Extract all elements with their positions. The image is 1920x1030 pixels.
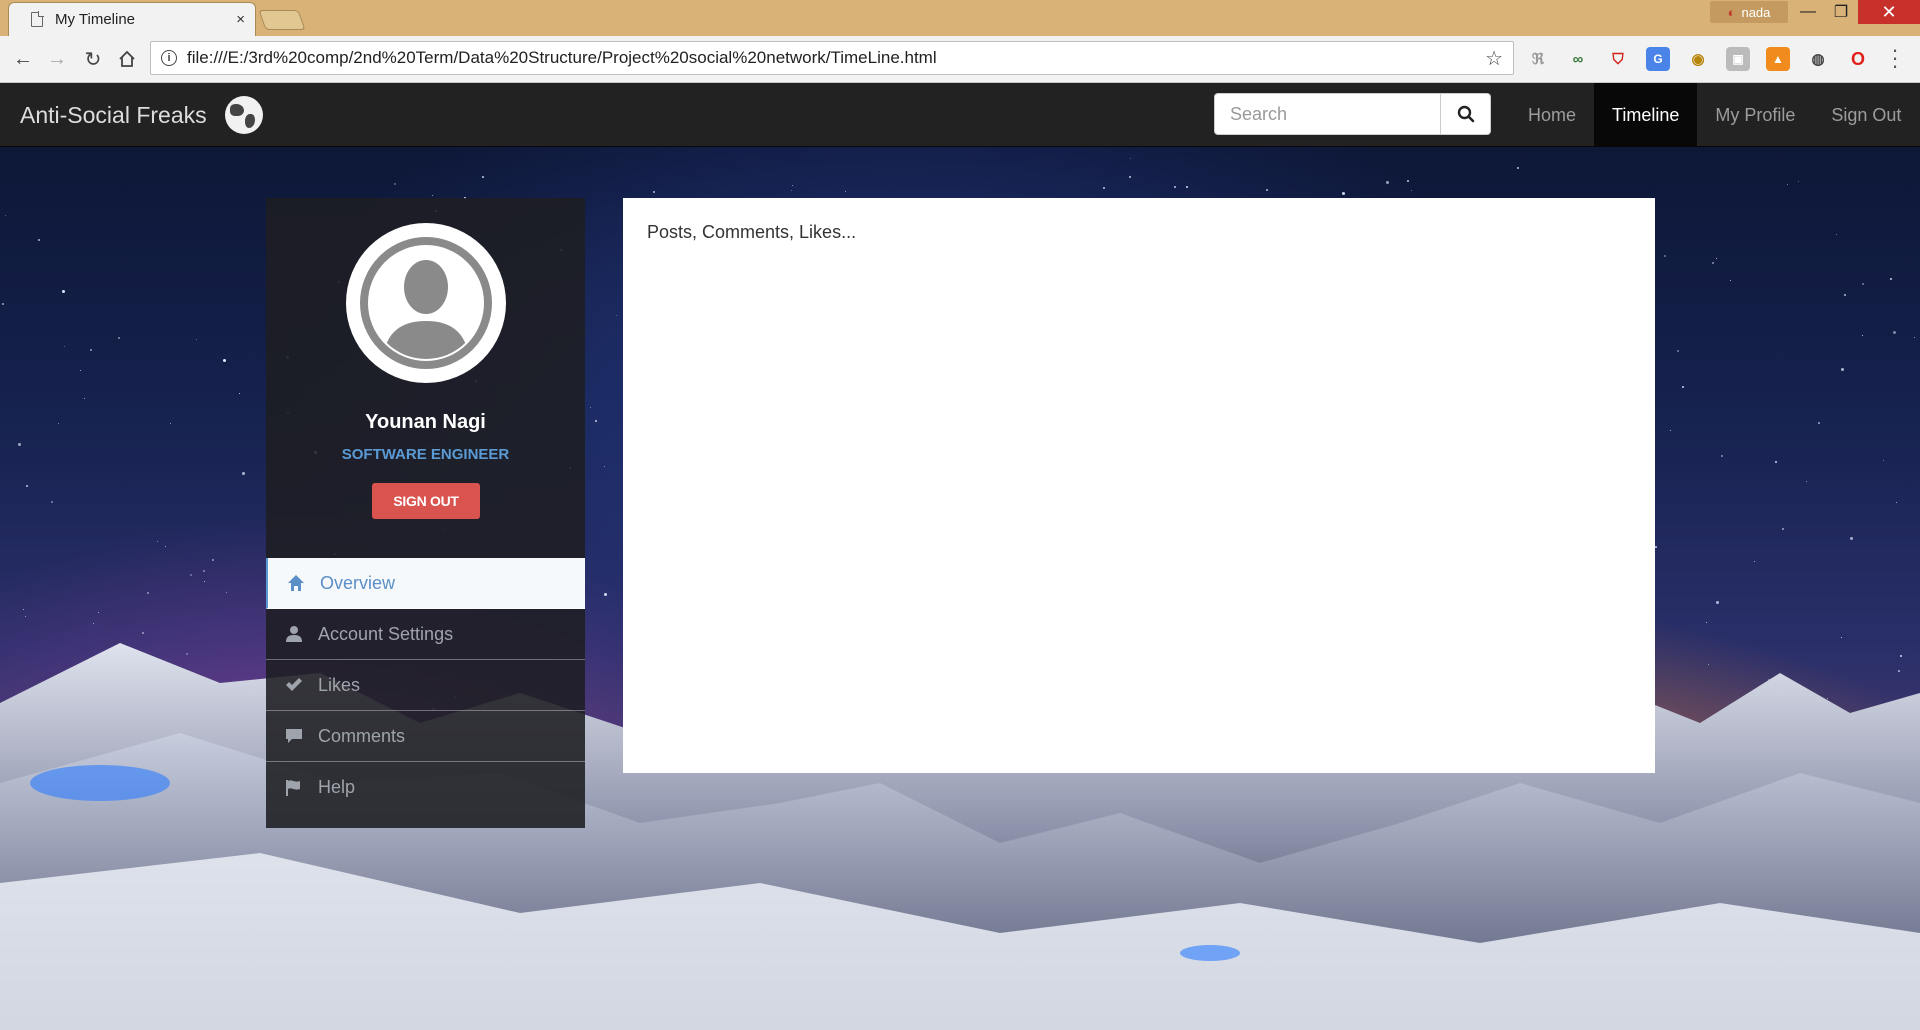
address-bar[interactable]: i file:///E:/3rd%20comp/2nd%20Term/Data%… — [150, 41, 1514, 75]
new-tab-button[interactable] — [258, 10, 306, 30]
app-navbar: Anti-Social Freaks Home Timeline My Prof… — [0, 83, 1920, 147]
search-button[interactable] — [1441, 93, 1491, 135]
sidebar-item-label: Likes — [318, 674, 361, 695]
eye-ext-icon[interactable]: ◉ — [1686, 47, 1710, 71]
page-icon — [31, 11, 44, 27]
orange-ext-icon[interactable]: ▲ — [1766, 47, 1790, 71]
tab-close-icon[interactable]: × — [236, 11, 245, 28]
sidebar-item-label: Comments — [318, 725, 406, 746]
globe-ext-icon[interactable]: ◍ — [1806, 47, 1830, 71]
check-icon — [284, 676, 304, 694]
glasses-ext-icon[interactable]: ∞ — [1566, 47, 1590, 71]
timeline-content-panel: Posts, Comments, Likes... — [623, 198, 1655, 773]
sidebar-item-label: Overview — [320, 572, 396, 593]
gray-ext-icon[interactable]: ▣ — [1726, 47, 1750, 71]
info-icon[interactable]: i — [161, 50, 177, 66]
opera-ext-icon[interactable]: O — [1846, 47, 1870, 71]
sidebar-item-account-settings[interactable]: Account Settings — [266, 609, 585, 660]
nav-links: Home Timeline My Profile Sign Out — [1510, 83, 1919, 147]
globe-icon — [224, 96, 263, 134]
nav-home-link[interactable]: Home — [1510, 83, 1594, 147]
sidebar-item-overview[interactable]: Overview — [266, 558, 585, 609]
flag-icon — [284, 779, 304, 797]
brand[interactable]: Anti-Social Freaks — [20, 83, 263, 147]
window-close-button[interactable]: ✕ — [1858, 0, 1920, 24]
reload-icon[interactable]: ↻ — [80, 46, 106, 72]
brand-name[interactable]: Anti-Social Freaks — [20, 102, 207, 129]
forward-arrow-icon[interactable]: → — [44, 46, 70, 72]
sidebar-item-label: Help — [318, 777, 356, 797]
profile-sidebar: Younan Nagi SOFTWARE ENGINEER SIGN OUT O… — [266, 198, 585, 828]
browser-tabstrip: My Timeline × ◐ nada — ❐ ✕ — [0, 0, 1920, 36]
shield-ext-icon[interactable]: ⛉ — [1606, 47, 1630, 71]
sidebar-item-label: Account Settings — [318, 623, 454, 644]
sidebar-item-comments[interactable]: Comments — [266, 711, 585, 762]
nav-my-profile-link[interactable]: My Profile — [1697, 83, 1813, 147]
browser-menu-icon[interactable]: · · · — [1890, 39, 1900, 77]
nav-timeline-link[interactable]: Timeline — [1594, 83, 1698, 147]
nav-sign-out-link[interactable]: Sign Out — [1813, 83, 1919, 147]
google-translate-ext-icon[interactable]: G — [1646, 47, 1670, 71]
browser-tab-active[interactable]: My Timeline × — [8, 2, 256, 36]
sidebar-sign-out-button[interactable]: SIGN OUT — [372, 483, 480, 519]
sidebar-menu: Overview Account Settings Likes Comments — [266, 558, 585, 813]
tab-title: My Timeline — [55, 11, 136, 28]
avatar — [346, 223, 506, 383]
user-job-title: SOFTWARE ENGINEER — [341, 446, 510, 463]
search-icon — [1457, 105, 1474, 123]
profile-icon: ◐ — [1727, 4, 1736, 20]
comment-icon — [284, 727, 304, 745]
browser-toolbar: ← → ↻ i file:///E:/3rd%20comp/2nd%20Term… — [0, 36, 1920, 83]
page-viewport: Anti-Social Freaks Home Timeline My Prof… — [0, 83, 1920, 1030]
timeline-placeholder-text: Posts, Comments, Likes... — [647, 222, 857, 242]
url-text[interactable]: file:///E:/3rd%20comp/2nd%20Term/Data%20… — [187, 48, 1485, 68]
back-arrow-icon[interactable]: ← — [10, 46, 36, 72]
translate-ext-icon[interactable]: ℜ — [1526, 47, 1550, 71]
user-name: Younan Nagi — [365, 411, 486, 433]
user-icon — [284, 625, 304, 643]
sidebar-item-help[interactable]: Help — [266, 762, 585, 813]
profile-badge[interactable]: ◐ nada — [1710, 1, 1788, 23]
sidebar-item-likes[interactable]: Likes — [266, 660, 585, 711]
home-icon — [286, 574, 306, 592]
user-avatar-icon — [360, 237, 492, 369]
search-input[interactable] — [1214, 93, 1441, 135]
bookmark-star-icon[interactable]: ☆ — [1485, 46, 1503, 71]
home-icon[interactable] — [114, 46, 140, 72]
search-form — [1214, 93, 1491, 135]
extension-icons: ℜ ∞ ⛉ G ◉ ▣ ▲ ◍ O — [1526, 47, 1870, 71]
profile-name: nada — [1741, 4, 1771, 20]
